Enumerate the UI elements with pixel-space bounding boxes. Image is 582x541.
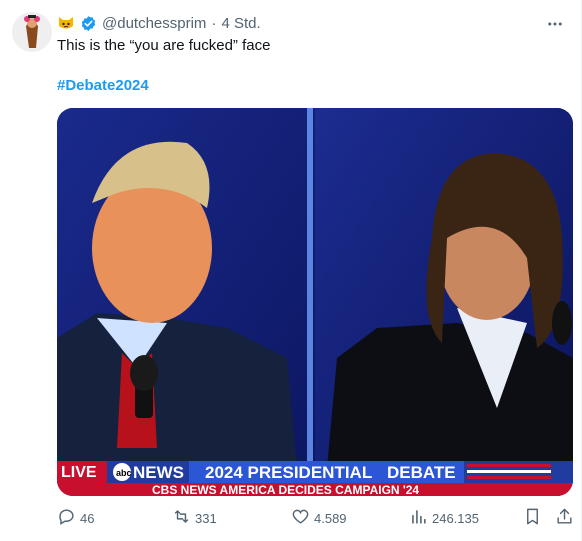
chyron-live-label: LIVE (61, 464, 97, 481)
cat-face-icon (57, 14, 75, 32)
reply-count: 46 (80, 510, 95, 526)
repost-count: 331 (195, 510, 217, 526)
reply-button[interactable]: 46 (57, 505, 94, 531)
share-button[interactable] (555, 505, 574, 531)
separator-dot: · (211, 14, 217, 32)
verified-badge-icon[interactable] (80, 15, 97, 32)
post-image[interactable]: LIVE abc NEWS 2024 PRESIDENTIAL DEBATE C… (57, 108, 573, 496)
action-bar: 46 331 4.589 246.135 (57, 505, 573, 531)
author-handle[interactable]: @dutchessprim (102, 15, 206, 32)
chyron-ticker: CBS NEWS AMERICA DECIDES CAMPAIGN '24 (152, 483, 419, 496)
bookmark-icon (523, 507, 542, 529)
post-timestamp[interactable]: 4 Std. (221, 15, 260, 32)
like-button[interactable]: 4.589 (291, 505, 347, 531)
share-icon (555, 507, 574, 529)
views-icon (409, 507, 428, 529)
chyron-headline: 2024 PRESIDENTIAL (205, 463, 372, 482)
repost-icon (172, 507, 191, 529)
svg-text:abc: abc (116, 468, 132, 478)
tweet: @dutchessprim · 4 Std. This is the “you … (0, 0, 582, 541)
post-text: This is the “you are fucked” face (57, 37, 271, 54)
heart-icon (291, 507, 310, 529)
more-options-icon[interactable] (545, 14, 565, 34)
tweet-header: @dutchessprim · 4 Std. (57, 12, 261, 34)
views-count: 246.135 (432, 510, 479, 526)
hashtag-link[interactable]: #Debate2024 (57, 76, 149, 96)
repost-button[interactable]: 331 (172, 505, 217, 531)
views-button[interactable]: 246.135 (409, 505, 479, 531)
chyron-network-label: NEWS (133, 463, 184, 482)
bookmark-button[interactable] (523, 505, 542, 531)
like-count: 4.589 (314, 510, 347, 526)
avatar[interactable] (12, 12, 52, 52)
chyron-headline-debate: DEBATE (387, 463, 456, 482)
reply-icon (57, 507, 76, 529)
